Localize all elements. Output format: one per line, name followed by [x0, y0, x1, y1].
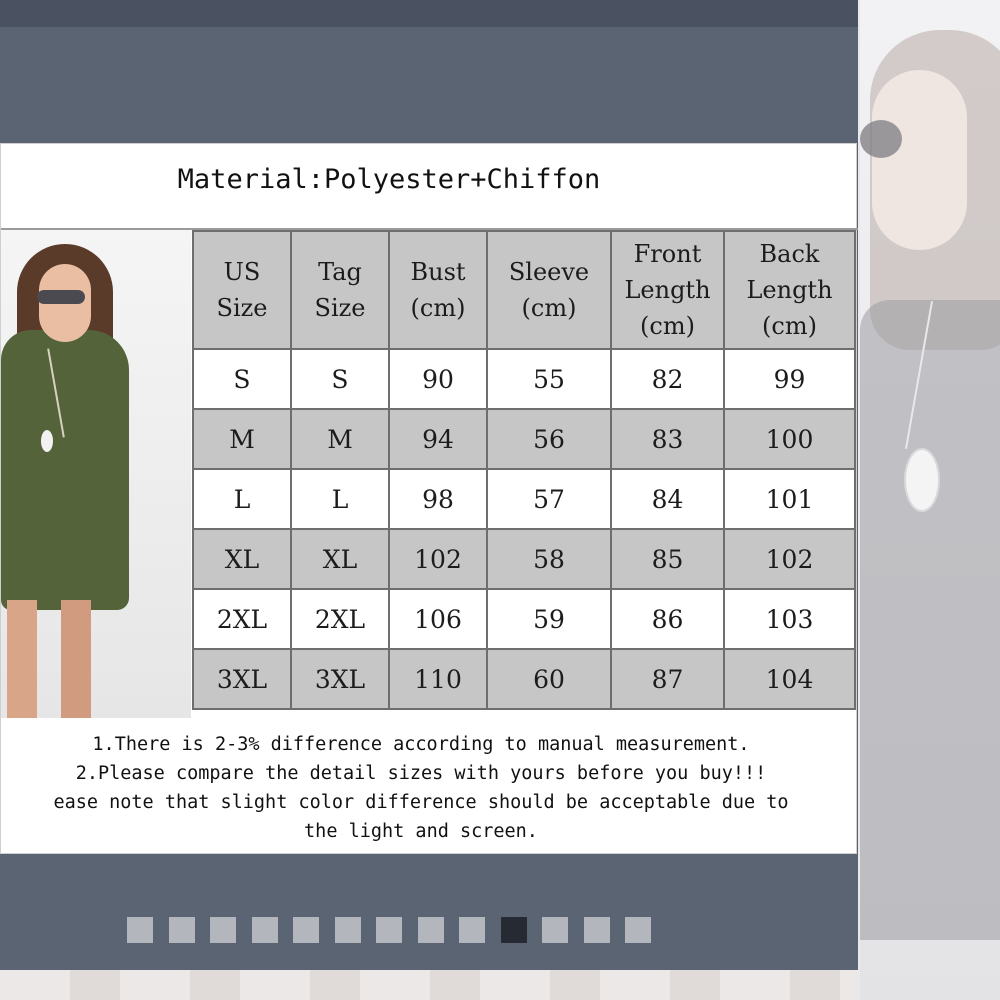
bg-model-pendant: [904, 448, 940, 512]
size-table: US Size Tag Size Bust (cm) Sleeve (cm) F…: [192, 230, 856, 710]
model-leg-right: [61, 600, 91, 718]
pagination-dot[interactable]: [293, 917, 319, 943]
model-sunglasses: [37, 290, 85, 304]
header-line: Size: [314, 294, 366, 322]
header-line: Tag: [318, 258, 362, 286]
background-product-photo: [860, 0, 1000, 1000]
table-row: XL XL 102 58 85 102: [192, 528, 856, 590]
cell-bust: 98: [388, 468, 488, 530]
pagination-dot[interactable]: [625, 917, 651, 943]
image-pagination: [127, 917, 651, 943]
cell-sleeve: 55: [486, 348, 612, 410]
header-line: Sleeve: [508, 258, 590, 286]
cell-back-length: 100: [723, 408, 856, 470]
cell-tag-size: 3XL: [290, 648, 390, 710]
cell-us-size: S: [192, 348, 292, 410]
cell-bust: 106: [388, 588, 488, 650]
cell-tag-size: L: [290, 468, 390, 530]
cell-front-length: 85: [610, 528, 725, 590]
cell-tag-size: 2XL: [290, 588, 390, 650]
model-pendant: [41, 430, 53, 452]
bg-model-sunglasses: [860, 120, 902, 158]
header-line: Length: [746, 276, 833, 304]
cell-sleeve: 57: [486, 468, 612, 530]
pagination-dot[interactable]: [334, 917, 361, 943]
pagination-dot[interactable]: [210, 917, 236, 943]
header-tag-size: Tag Size: [290, 230, 390, 350]
size-table-header-row: US Size Tag Size Bust (cm) Sleeve (cm) F…: [192, 230, 856, 350]
cell-back-length: 103: [723, 588, 856, 650]
pagination-dot[interactable]: [542, 917, 568, 943]
pagination-dot[interactable]: [127, 917, 153, 943]
pagination-dot[interactable]: [417, 917, 444, 943]
cell-bust: 110: [388, 648, 488, 710]
bg-model-face: [872, 70, 967, 250]
header-line: (cm): [410, 294, 466, 322]
pagination-dot-active[interactable]: [500, 917, 527, 943]
header-line: (cm): [640, 312, 695, 340]
header-front-length: Front Length (cm): [610, 230, 725, 350]
cell-front-length: 86: [610, 588, 725, 650]
cell-back-length: 99: [723, 348, 856, 410]
cell-sleeve: 59: [486, 588, 612, 650]
cell-tag-size: S: [290, 348, 390, 410]
model-green-dress: [1, 330, 129, 610]
cell-front-length: 84: [610, 468, 725, 530]
table-row: 3XL 3XL 110 60 87 104: [192, 648, 856, 710]
cell-back-length: 102: [723, 528, 856, 590]
note-line: 2.Please compare the detail sizes with y…: [75, 763, 767, 784]
model-photo: [1, 230, 191, 718]
cell-sleeve: 56: [486, 408, 612, 470]
note-line: ease note that slight color difference s…: [53, 792, 789, 813]
bg-model-dress: [860, 300, 1000, 940]
cell-us-size: 3XL: [192, 648, 292, 710]
cell-us-size: M: [192, 408, 292, 470]
model-leg-left: [7, 600, 37, 718]
header-line: Length: [624, 276, 711, 304]
cell-sleeve: 60: [486, 648, 612, 710]
cell-us-size: XL: [192, 528, 292, 590]
pagination-dot[interactable]: [168, 917, 195, 943]
header-line: (cm): [521, 294, 577, 322]
pagination-dot[interactable]: [376, 917, 402, 943]
material-title: Material:Polyester+Chiffon: [177, 164, 601, 195]
table-row: L L 98 57 84 101: [192, 468, 856, 530]
cell-tag-size: M: [290, 408, 390, 470]
cell-front-length: 82: [610, 348, 725, 410]
note-line: the light and screen.: [304, 821, 538, 842]
table-row: S S 90 55 82 99: [192, 348, 856, 410]
pagination-dot[interactable]: [459, 917, 485, 943]
header-line: (cm): [762, 312, 817, 340]
cell-bust: 102: [388, 528, 488, 590]
cell-back-length: 101: [723, 468, 856, 530]
header-line: Bust: [410, 258, 466, 286]
pagination-dot[interactable]: [583, 917, 610, 943]
viewer-top-bar: [0, 0, 858, 27]
note-line: 1.There is 2-3% difference according to …: [92, 734, 750, 755]
header-us-size: US Size: [192, 230, 292, 350]
cell-front-length: 87: [610, 648, 725, 710]
cell-us-size: L: [192, 468, 292, 530]
cell-bust: 90: [388, 348, 488, 410]
size-notes: 1.There is 2-3% difference according to …: [0, 730, 871, 846]
header-line: Size: [216, 294, 268, 322]
table-row: M M 94 56 83 100: [192, 408, 856, 470]
cell-sleeve: 58: [486, 528, 612, 590]
cell-tag-size: XL: [290, 528, 390, 590]
header-bust: Bust (cm): [388, 230, 488, 350]
cell-bust: 94: [388, 408, 488, 470]
background-photo-bottom: [0, 970, 858, 1000]
header-line: Back: [759, 240, 820, 268]
header-line: US: [223, 258, 261, 286]
size-chart-image: Material:Polyester+Chiffon US Size Tag S…: [0, 143, 858, 854]
pagination-dot[interactable]: [251, 917, 278, 943]
cell-back-length: 104: [723, 648, 856, 710]
cell-us-size: 2XL: [192, 588, 292, 650]
table-row: 2XL 2XL 106 59 86 103: [192, 588, 856, 650]
header-back-length: Back Length (cm): [723, 230, 856, 350]
header-line: Front: [633, 240, 702, 268]
image-viewer-overlay: Material:Polyester+Chiffon US Size Tag S…: [0, 0, 858, 970]
cell-front-length: 83: [610, 408, 725, 470]
header-sleeve: Sleeve (cm): [486, 230, 612, 350]
